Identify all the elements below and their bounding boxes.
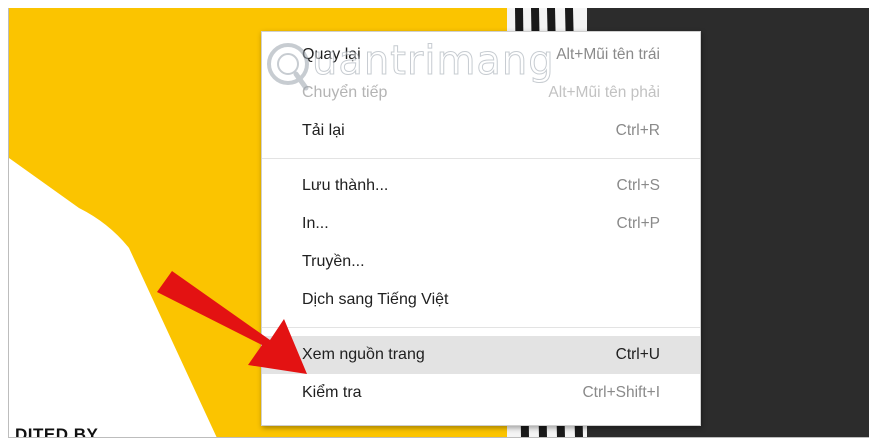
menu-item-shortcut: Ctrl+R (615, 122, 660, 139)
menu-item-quay-lai[interactable]: Quay lại Alt+Mũi tên trái (262, 36, 700, 74)
menu-item-shortcut: Alt+Mũi tên trái (556, 46, 660, 63)
menu-item-label: Truyền... (302, 253, 365, 270)
menu-item-kiem-tra[interactable]: Kiểm tra Ctrl+Shift+I (262, 374, 700, 412)
menu-item-shortcut: Alt+Mũi tên phải (548, 84, 660, 101)
menu-separator (262, 327, 700, 328)
menu-item-label: Xem nguồn trang (302, 346, 425, 363)
menu-item-label: Tải lại (302, 122, 345, 139)
menu-item-label: Dịch sang Tiếng Việt (302, 291, 449, 308)
menu-item-chuyen-tiep: Chuyển tiếp Alt+Mũi tên phải (262, 74, 700, 112)
page-caption-text: DITED BY (15, 425, 99, 438)
menu-item-label: Lưu thành... (302, 177, 389, 194)
menu-item-truyen[interactable]: Truyền... (262, 243, 700, 281)
menu-item-label: In... (302, 215, 329, 232)
menu-item-shortcut: Ctrl+Shift+I (582, 384, 660, 401)
menu-item-label: Kiểm tra (302, 384, 362, 401)
menu-item-dich-sang-tieng-viet[interactable]: Dịch sang Tiếng Việt (262, 281, 700, 319)
menu-separator (262, 158, 700, 159)
menu-item-shortcut: Ctrl+S (616, 177, 661, 194)
menu-item-luu-thanh[interactable]: Lưu thành... Ctrl+S (262, 167, 700, 205)
menu-item-shortcut: Ctrl+P (616, 215, 661, 232)
menu-item-label: Chuyển tiếp (302, 84, 388, 101)
menu-item-tai-lai[interactable]: Tải lại Ctrl+R (262, 112, 700, 150)
menu-item-in[interactable]: In... Ctrl+P (262, 205, 700, 243)
menu-item-xem-nguon-trang[interactable]: Xem nguồn trang Ctrl+U (262, 336, 700, 374)
context-menu: Quay lại Alt+Mũi tên trái Chuyển tiếp Alt+M… (261, 31, 701, 426)
menu-item-shortcut: Ctrl+U (615, 346, 660, 363)
menu-item-label: Quay lại (302, 46, 361, 63)
